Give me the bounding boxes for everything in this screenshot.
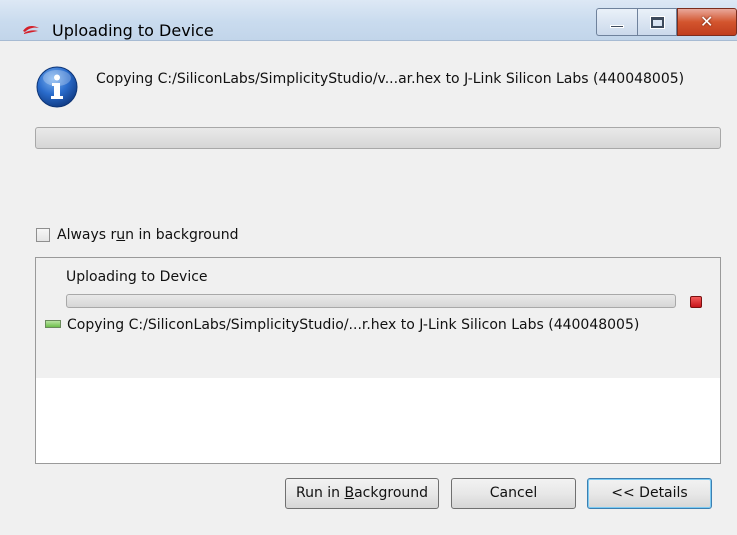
title-bar: Uploading to Device ✕ — [0, 0, 737, 41]
run-in-background-label[interactable]: Always run in background — [57, 227, 239, 243]
dialog-window: Uploading to Device ✕ Copying C:/Silicon… — [0, 0, 737, 535]
job-entry: Uploading to Device Copying C:/SiliconLa… — [36, 258, 720, 378]
window-title: Uploading to Device — [52, 21, 214, 40]
job-progress-bar — [66, 294, 676, 308]
cancel-button[interactable]: Cancel — [451, 478, 576, 509]
task-description: Copying C:/SiliconLabs/SimplicityStudio/… — [67, 317, 640, 333]
maximize-button[interactable] — [637, 8, 677, 36]
minimize-button[interactable] — [596, 8, 637, 36]
maximize-icon — [651, 17, 664, 28]
stop-icon[interactable] — [690, 296, 702, 308]
status-message: Copying C:/SiliconLabs/SimplicityStudio/… — [96, 71, 685, 87]
close-button[interactable]: ✕ — [677, 8, 737, 36]
run-in-background-button[interactable]: Run in Background — [285, 478, 439, 509]
run-in-background-checkbox[interactable] — [36, 228, 50, 242]
info-icon — [36, 66, 78, 108]
minimize-icon — [610, 25, 624, 28]
window-controls: ✕ — [596, 8, 737, 38]
simplicity-studio-icon — [23, 26, 39, 34]
task-icon — [45, 320, 61, 328]
close-icon: ✕ — [700, 12, 714, 31]
main-progress-bar — [35, 127, 721, 149]
job-title: Uploading to Device — [66, 269, 208, 285]
details-panel: Uploading to Device Copying C:/SiliconLa… — [35, 257, 721, 464]
details-button[interactable]: << Details — [587, 478, 712, 509]
